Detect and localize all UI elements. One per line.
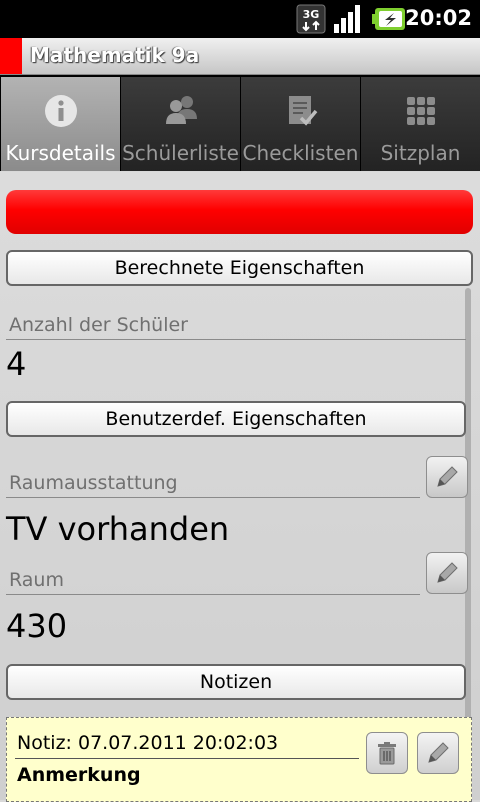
delete-note-button[interactable]: [366, 732, 408, 774]
computed-properties-button[interactable]: Berechnete Eigenschaften: [6, 250, 473, 286]
title-bar: Mathematik 9a: [0, 38, 480, 75]
divider: [15, 758, 359, 759]
scrollbar[interactable]: [465, 288, 471, 772]
status-bar: 3G 20:02: [0, 0, 480, 38]
course-color-bar[interactable]: [6, 190, 473, 234]
note-header: Notiz: 07.07.2011 20:02:03: [17, 732, 279, 754]
pencil-icon: [437, 562, 458, 583]
3g-icon: 3G: [296, 4, 326, 34]
network-type-label: 3G: [303, 8, 320, 21]
tab-checklisten[interactable]: Checklisten: [241, 77, 360, 171]
tab-label: Kursdetails: [5, 141, 116, 165]
people-icon: [166, 96, 197, 124]
edit-note-button[interactable]: [417, 732, 459, 774]
checklist-icon: [289, 96, 318, 126]
notes-button[interactable]: Notizen: [6, 664, 466, 700]
course-details-content: Berechnete Eigenschaften Anzahl der Schü…: [0, 172, 480, 802]
divider: [6, 497, 420, 498]
grid-icon: [407, 97, 435, 125]
custom-properties-button[interactable]: Benutzerdef. Eigenschaften: [6, 401, 466, 437]
edit-raum-button[interactable]: [426, 552, 468, 594]
course-color-accent: [0, 38, 22, 74]
info-icon: [45, 95, 77, 127]
tab-label: Checklisten: [242, 141, 359, 165]
battery-charging-icon: [372, 8, 405, 30]
pencil-icon: [437, 466, 458, 487]
clock: 20:02: [405, 6, 472, 30]
property-label: Raumausstattung: [9, 472, 178, 494]
page-title: Mathematik 9a: [30, 43, 200, 67]
property-label: Raum: [9, 569, 64, 591]
note-text: Anmerkung: [17, 764, 141, 786]
tab-schuelerliste[interactable]: Schülerliste: [121, 77, 240, 171]
tab-sitzplan[interactable]: Sitzplan: [361, 77, 480, 171]
edit-raumausstattung-button[interactable]: [426, 456, 468, 498]
tab-bar: Kursdetails Schülerliste Checklisten Sit…: [0, 75, 480, 171]
student-count-value: 4: [6, 345, 27, 383]
trash-icon: [378, 742, 396, 765]
property-value: 430: [6, 607, 68, 645]
tab-kursdetails[interactable]: Kursdetails: [1, 77, 120, 171]
student-count-label: Anzahl der Schüler: [9, 314, 188, 336]
tab-label: Sitzplan: [380, 141, 461, 165]
property-value: TV vorhanden: [6, 510, 230, 548]
tab-label: Schülerliste: [122, 141, 239, 165]
signal-icon: [334, 5, 360, 33]
divider: [6, 339, 466, 340]
pencil-icon: [428, 742, 449, 763]
divider: [6, 594, 420, 595]
note-card[interactable]: Notiz: 07.07.2011 20:02:03 Anmerkung: [6, 717, 472, 802]
